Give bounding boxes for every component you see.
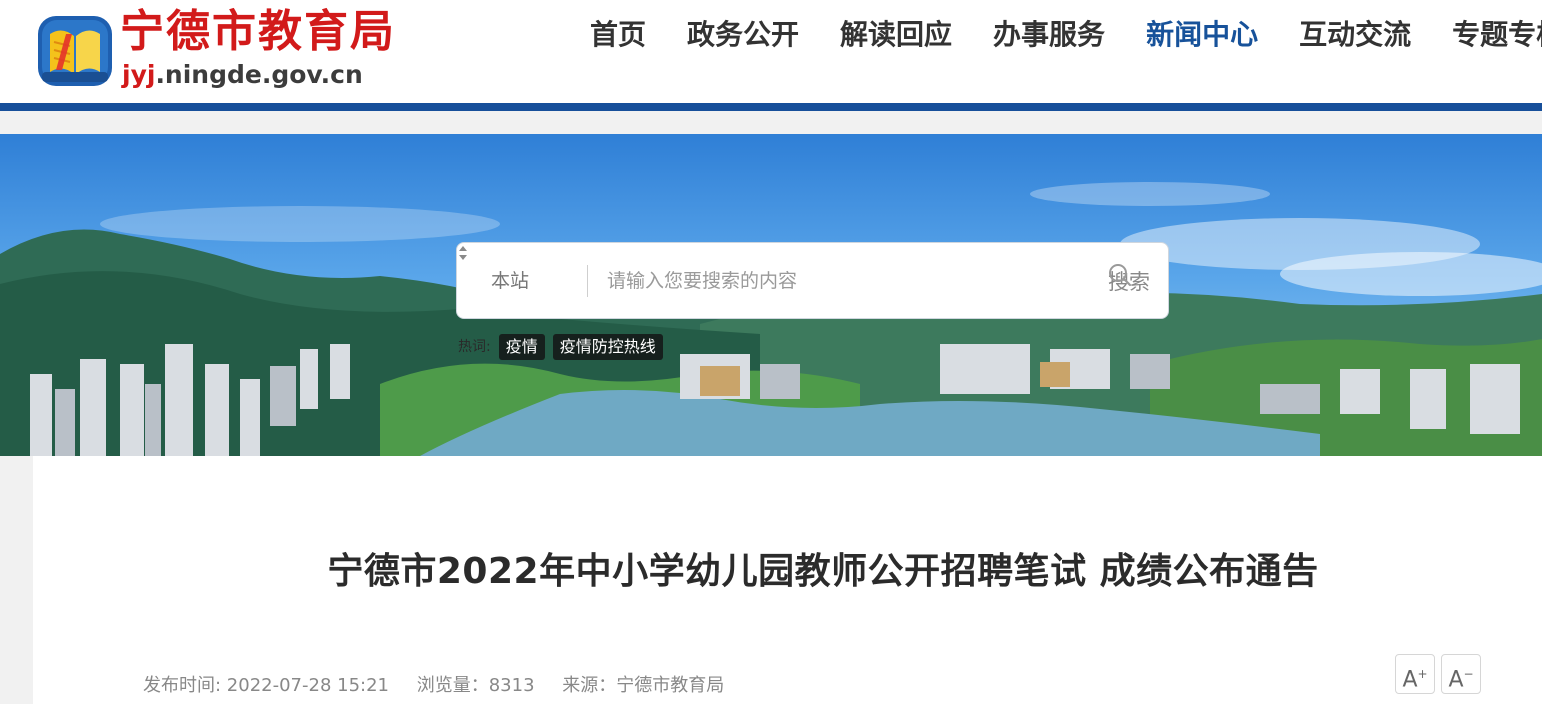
search-icon xyxy=(1109,264,1132,287)
logo-emblem-icon[interactable] xyxy=(36,12,114,90)
hot-tag-epidemic[interactable]: 疫情 xyxy=(498,334,545,360)
article-title: 宁德市2022年中小学幼儿园教师公开招聘笔试 成绩公布通告 xyxy=(327,551,1319,592)
nav-item-news-center[interactable]: 新闻中心 xyxy=(1146,14,1258,56)
nav-item-services[interactable]: 办事服务 xyxy=(993,14,1105,56)
site-logo-domain: jyj.ningde.gov.cn xyxy=(122,58,363,92)
site-header: 宁德市教育局 jyj.ningde.gov.cn 首页 政务公开 解读回应 办事服务新… xyxy=(0,0,1542,103)
main-nav: 首页政务公开解读回应办事服务新闻中心互动交流专题专栏 xyxy=(590,14,1542,58)
nav-item-special-topics[interactable]: 专题专栏 xyxy=(1452,14,1542,56)
search-input[interactable] xyxy=(605,263,1035,299)
nav-item-interaction[interactable]: 互动交流 xyxy=(1299,14,1411,56)
article-source: 来源：宁德市教育局 xyxy=(562,675,725,696)
nav-item-interpretation[interactable]: 解读回应 xyxy=(840,14,952,56)
article-container: 宁德市2022年中小学幼儿园教师公开招聘笔试 成绩公布通告 发布时间: 2022… xyxy=(33,456,1542,704)
plus-icon: + xyxy=(1417,667,1428,681)
hot-tag-epidemic-hotline[interactable]: 疫情防控热线 xyxy=(552,334,663,360)
nav-item-home[interactable]: 首页 xyxy=(590,14,646,56)
hero-banner: 本站 搜索 热词: 疫情 疫情防控热线 xyxy=(0,134,1542,456)
font-decrease-button[interactable]: A− xyxy=(1441,654,1481,694)
article-meta: 发布时间: 2022-07-28 15:21 浏览量：8313 来源：宁德市教育… xyxy=(143,672,746,700)
nav-item-government-affairs[interactable]: 政务公开 xyxy=(687,14,799,56)
search-divider xyxy=(587,265,588,297)
publish-time: 发布时间: 2022-07-28 15:21 xyxy=(143,675,389,696)
site-logo-title[interactable]: 宁德市教育局 xyxy=(120,4,396,60)
search-button[interactable]: 搜索 xyxy=(1108,263,1150,299)
hot-words: 热词: 疫情 疫情防控热线 xyxy=(458,333,663,361)
minus-icon: − xyxy=(1463,667,1474,681)
font-increase-label: A xyxy=(1402,667,1418,693)
search-scope-select[interactable]: 本站 xyxy=(491,267,529,295)
header-divider-bar xyxy=(0,103,1542,111)
updown-arrow-icon[interactable] xyxy=(457,243,469,263)
logo-domain-highlight: jyj xyxy=(122,60,156,89)
hot-words-label: 热词: xyxy=(458,339,491,355)
view-count: 浏览量：8313 xyxy=(416,675,535,696)
logo-domain-rest: .ningde.gov.cn xyxy=(155,60,363,89)
font-decrease-label: A xyxy=(1448,667,1464,693)
search-box: 本站 搜索 xyxy=(456,242,1169,319)
font-increase-button[interactable]: A+ xyxy=(1395,654,1435,694)
